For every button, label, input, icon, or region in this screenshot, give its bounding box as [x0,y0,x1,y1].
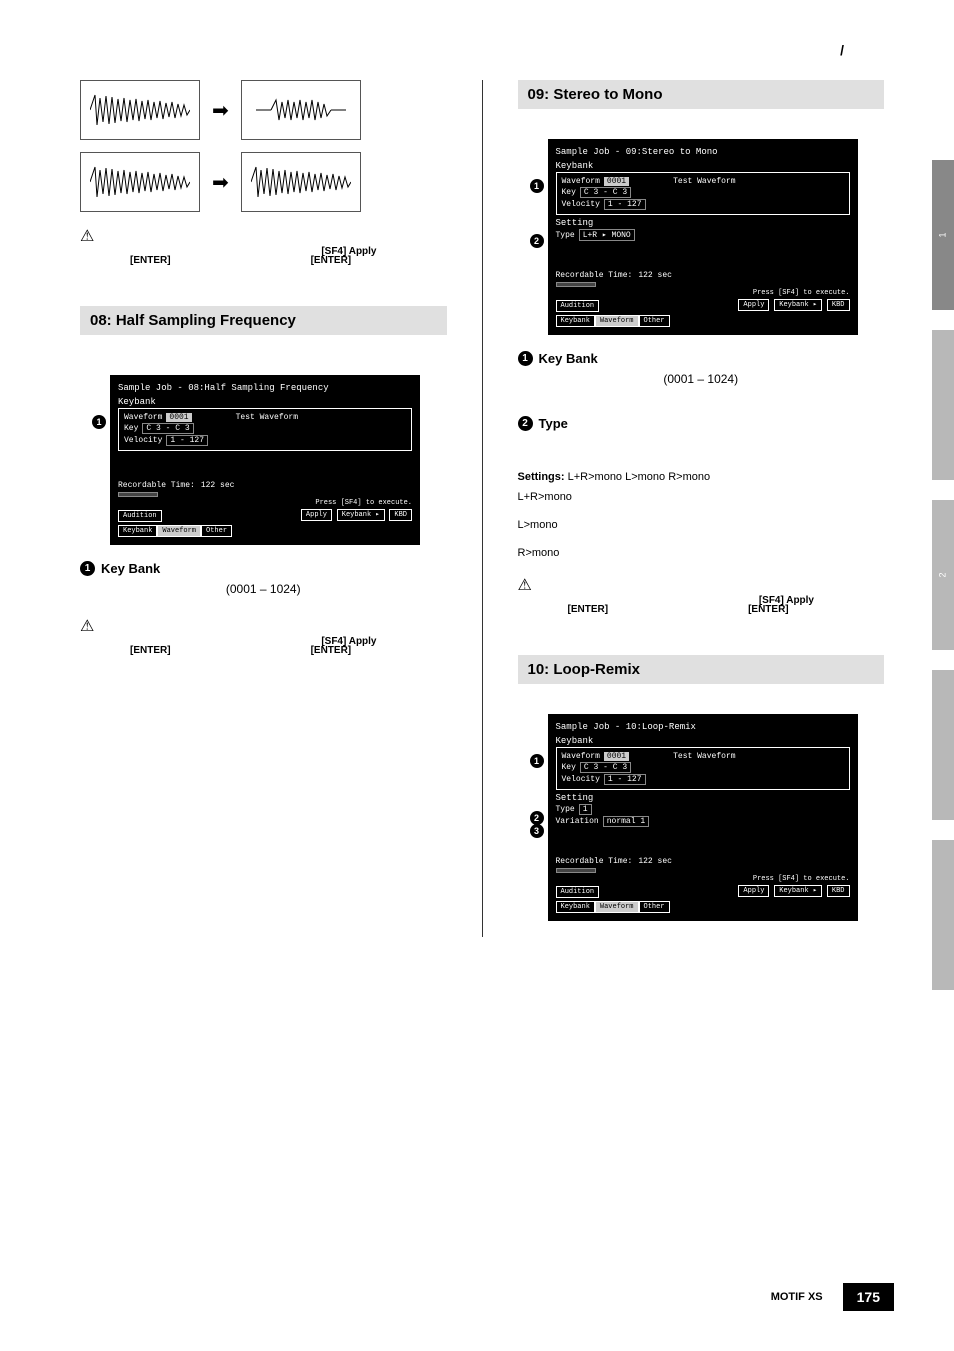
marker-2-icon: 2 [518,416,533,431]
page-footer: MOTIF XS 175 [0,1283,954,1311]
caution-row-1: ⚠ [80,226,447,246]
caution-row-2: ⚠ [80,616,447,636]
lcd-keybank-label: Keybank [556,161,850,171]
waveform-before-2 [80,152,200,212]
setting-lrmono: L+R>mono [518,491,885,503]
lcd-screen-09: 1 2 Sample Job - 09:Stereo to Mono Keyba… [548,139,858,335]
marker-1: 1 [530,179,544,193]
enter-label: [ENTER] [748,604,789,615]
waveform-diagram-2: ➡ [80,152,447,212]
lcd-screen-08: 1 Sample Job - 08:Half Sampling Frequenc… [110,375,420,545]
waveform-after-2 [241,152,361,212]
setting-lmono: L>mono [518,519,885,531]
right-column: 09: Stereo to Mono 1 2 Sample Job - 09:S… [518,80,885,937]
product-name: MOTIF XS [771,1291,823,1303]
tab-waveform[interactable]: Waveform [595,315,639,327]
tab-keybank[interactable]: Keybank [556,901,595,913]
keybank-range-09: (0001 – 1024) [518,372,885,386]
tab-waveform[interactable]: Waveform [157,525,201,537]
param-type-head: 2 Type [518,416,885,431]
section-10-header: 10: Loop-Remix [518,655,885,684]
lcd-setting-label: Setting [556,218,850,228]
marker-1: 1 [530,754,544,768]
type-label: Type [539,416,568,431]
keybank-button[interactable]: Keybank ▸ [774,885,822,897]
page-number: 175 [843,1283,894,1311]
lcd-screen-10: 1 2 3 Sample Job - 10:Loop-Remix Keybank… [548,714,858,921]
marker-1: 1 [92,415,106,429]
tab-other[interactable]: Other [201,525,232,537]
marker-2: 2 [530,811,544,825]
lcd-rec-bar [118,492,158,497]
setting-rmono: R>mono [518,547,885,559]
enter-labels-1: [ENTER] [ENTER] [80,255,447,266]
marker-1-icon: 1 [80,561,95,576]
section-09-header: 09: Stereo to Mono [518,80,885,109]
keybank-label: Key Bank [101,561,160,576]
arrow-icon: ➡ [212,98,229,123]
settings-line: Settings: L+R>mono L>mono R>mono [518,471,885,483]
caution-icon: ⚠ [518,575,532,595]
apply-button[interactable]: Apply [738,885,769,897]
lcd-keybank-box: Waveform 0001 Test Waveform Key C 3 - C … [556,172,850,215]
column-divider [482,80,483,937]
enter-label: [ENTER] [311,645,352,656]
lcd-title: Sample Job - 08:Half Sampling Frequency [118,383,412,393]
lcd-rec-bar [556,282,596,287]
marker-1-icon: 1 [518,351,533,366]
tab-keybank[interactable]: Keybank [556,315,595,327]
param-keybank-head-09: 1 Key Bank [518,351,885,366]
enter-label: [ENTER] [568,604,609,615]
lcd-keybank-box: Waveform 0001 Test Waveform Key C 3 - C … [556,747,850,790]
caution-icon: ⚠ [80,616,94,636]
waveform-after-1 [241,80,361,140]
enter-labels-3: [ENTER] [ENTER] [518,604,885,615]
apply-button[interactable]: Apply [301,509,332,521]
keybank-button[interactable]: Keybank ▸ [774,299,822,311]
waveform-diagram-1: ➡ [80,80,447,140]
tab-other[interactable]: Other [639,315,670,327]
keybank-range: (0001 – 1024) [80,582,447,596]
enter-label: [ENTER] [130,645,171,656]
lcd-keybank-label: Keybank [556,736,850,746]
lcd-keybank-box: Waveform 0001 Test Waveform Key C 3 - C … [118,408,412,451]
kbd-button[interactable]: KBD [389,509,412,521]
keybank-label: Key Bank [539,351,598,366]
caution-icon: ⚠ [80,226,94,246]
caution-row-3: ⚠ [518,575,885,595]
section-08-header: 08: Half Sampling Frequency [80,306,447,335]
apply-button[interactable]: Apply [738,299,769,311]
lcd-rec-bar [556,868,596,873]
lcd-setting-label: Setting [556,793,850,803]
keybank-button[interactable]: Keybank ▸ [337,509,385,521]
marker-2: 2 [530,234,544,248]
enter-label: [ENTER] [311,255,352,266]
tab-other[interactable]: Other [639,901,670,913]
marker-3: 3 [530,824,544,838]
left-column: ➡ ➡ ⚠ [SF4] Apply [ENTER] [ENTER] 08: Ha… [80,80,447,937]
lcd-title: Sample Job - 09:Stereo to Mono [556,147,850,157]
audition-button[interactable]: Audition [556,300,600,312]
arrow-icon: ➡ [212,170,229,195]
tab-keybank[interactable]: Keybank [118,525,157,537]
kbd-button[interactable]: KBD [827,299,850,311]
param-keybank-head: 1 Key Bank [80,561,447,576]
lcd-keybank-label: Keybank [118,397,412,407]
lcd-title: Sample Job - 10:Loop-Remix [556,722,850,732]
enter-label: [ENTER] [130,255,171,266]
audition-button[interactable]: Audition [556,886,600,898]
tab-waveform[interactable]: Waveform [595,901,639,913]
enter-labels-2: [ENTER] [ENTER] [80,645,447,656]
kbd-button[interactable]: KBD [827,885,850,897]
audition-button[interactable]: Audition [118,510,162,522]
waveform-before-1 [80,80,200,140]
